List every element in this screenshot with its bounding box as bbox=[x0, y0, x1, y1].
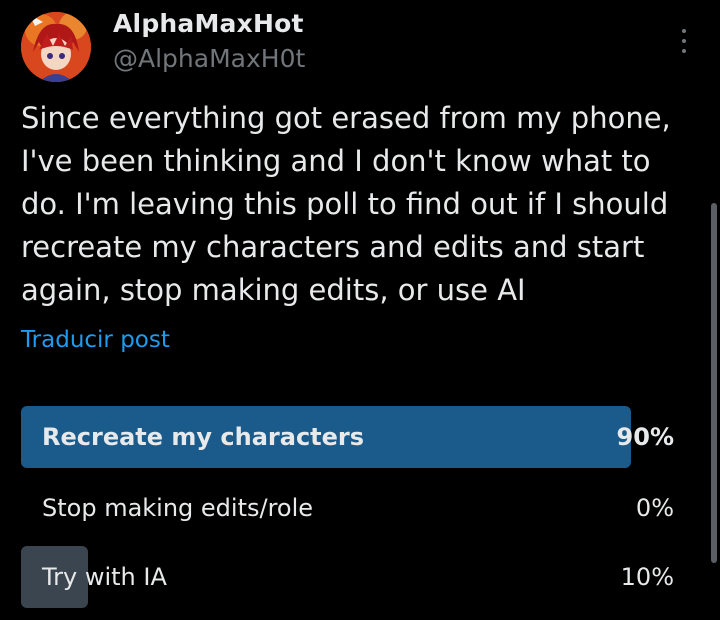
poll-option-percent: 0% bbox=[635, 494, 674, 522]
poll-option-label: Stop making edits/role bbox=[42, 494, 314, 522]
more-vertical-icon bbox=[682, 29, 686, 33]
poll-option-label: Recreate my characters bbox=[42, 423, 365, 451]
poll-option[interactable]: Try with IA 10% bbox=[21, 546, 681, 608]
translate-post-link[interactable]: Traducir post bbox=[21, 327, 170, 353]
post-text: Since everything got erased from my phon… bbox=[21, 101, 671, 307]
more-options-button[interactable] bbox=[672, 26, 696, 56]
avatar-image bbox=[21, 12, 91, 82]
author-handle[interactable]: @AlphaMaxH0t bbox=[113, 44, 305, 73]
poll-option-label: Try with IA bbox=[42, 563, 167, 591]
poll-option-percent: 10% bbox=[620, 563, 674, 591]
poll-option[interactable]: Recreate my characters 90% bbox=[21, 406, 681, 468]
scrollbar[interactable] bbox=[711, 203, 717, 563]
poll-option[interactable]: Stop making edits/role 0% bbox=[21, 477, 681, 539]
poll-option-percent: 90% bbox=[616, 423, 674, 451]
author-display-name[interactable]: AlphaMaxHot bbox=[113, 9, 304, 38]
avatar[interactable] bbox=[21, 12, 91, 82]
